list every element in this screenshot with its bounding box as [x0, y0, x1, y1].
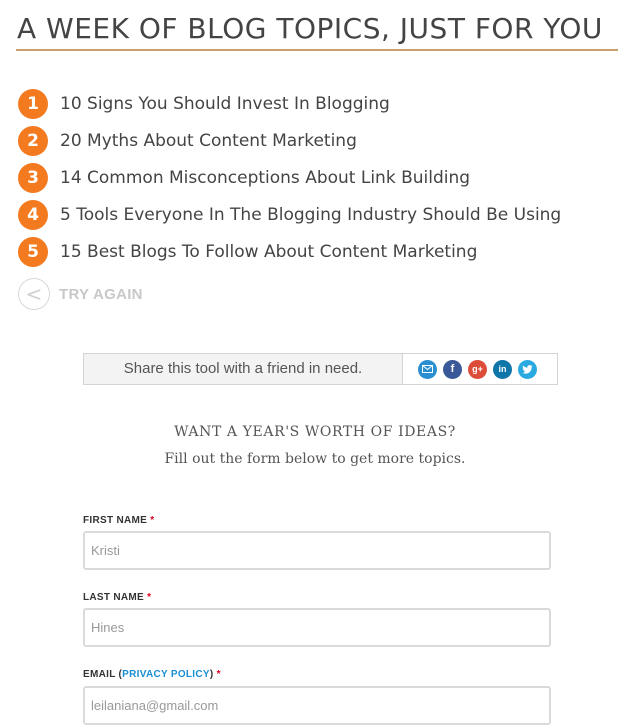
- email-field[interactable]: [83, 686, 551, 725]
- cta-subtitle: Fill out the form below to get more topi…: [164, 451, 466, 467]
- number-badge: 1: [18, 88, 48, 119]
- share-icons: f g+ in: [402, 354, 557, 384]
- number-badge: 2: [18, 125, 48, 156]
- facebook-icon[interactable]: f: [443, 359, 462, 379]
- required-mark: *: [216, 669, 221, 680]
- topic-list: 1 10 Signs You Should Invest In Blogging…: [18, 85, 561, 270]
- list-item: 5 15 Best Blogs To Follow About Content …: [18, 233, 561, 270]
- linkedin-icon[interactable]: in: [493, 359, 512, 379]
- try-again-button[interactable]: < TRY AGAIN: [18, 278, 143, 310]
- share-bar: Share this tool with a friend in need. f…: [83, 353, 558, 385]
- topic-text: 20 Myths About Content Marketing: [60, 130, 357, 151]
- list-item: 2 20 Myths About Content Marketing: [18, 122, 561, 159]
- topic-text: 15 Best Blogs To Follow About Content Ma…: [60, 241, 478, 262]
- number-badge: 4: [18, 199, 48, 230]
- topic-text: 5 Tools Everyone In The Blogging Industr…: [60, 204, 562, 225]
- last-name-field[interactable]: [83, 608, 551, 647]
- required-mark: *: [147, 592, 152, 603]
- share-text: Share this tool with a friend in need.: [123, 360, 363, 377]
- topic-text: 14 Common Misconceptions About Link Buil…: [60, 167, 471, 188]
- page-title: A WEEK OF BLOG TOPICS, JUST FOR YOU: [17, 12, 603, 45]
- topic-text: 10 Signs You Should Invest In Blogging: [60, 93, 390, 114]
- email-label-suffix: ): [209, 669, 214, 680]
- email-label-prefix: EMAIL (: [83, 669, 123, 680]
- google-plus-icon[interactable]: g+: [468, 359, 487, 379]
- title-underline: [16, 49, 618, 51]
- twitter-icon[interactable]: [518, 359, 537, 379]
- email-label: EMAIL (PRIVACY POLICY) *: [83, 669, 221, 680]
- required-mark: *: [150, 515, 155, 526]
- first-name-field[interactable]: [83, 531, 551, 570]
- email-icon[interactable]: [418, 359, 437, 379]
- list-item: 3 14 Common Misconceptions About Link Bu…: [18, 159, 561, 196]
- last-name-label: LAST NAME *: [83, 592, 151, 603]
- number-badge: 5: [18, 236, 48, 267]
- number-badge: 3: [18, 162, 48, 193]
- try-again-label[interactable]: TRY AGAIN: [59, 286, 143, 303]
- first-name-label-text: FIRST NAME: [83, 515, 148, 526]
- first-name-label: FIRST NAME *: [83, 515, 154, 526]
- chevron-left-icon[interactable]: <: [18, 278, 50, 310]
- last-name-label-text: LAST NAME: [83, 592, 145, 603]
- list-item: 1 10 Signs You Should Invest In Blogging: [18, 85, 561, 122]
- cta-title: WANT A YEAR'S WORTH OF IDEAS?: [174, 424, 456, 440]
- privacy-policy-link[interactable]: PRIVACY POLICY: [122, 669, 210, 680]
- list-item: 4 5 Tools Everyone In The Blogging Indus…: [18, 196, 561, 233]
